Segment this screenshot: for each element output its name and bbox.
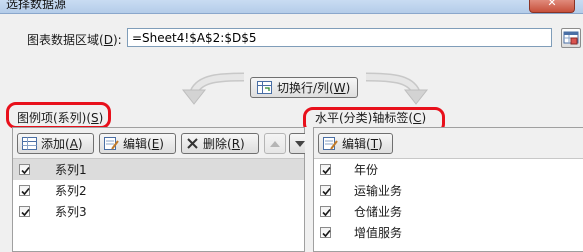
series-name: 系列3: [55, 205, 87, 219]
dialog-title: 选择数据源: [6, 0, 67, 11]
checkmark-icon: [21, 187, 30, 196]
checkmark-icon: [21, 208, 30, 217]
category-toolbar: 编辑(T): [314, 128, 583, 159]
curved-arrow-right-icon: [365, 72, 429, 105]
checkmark-icon: [322, 187, 331, 196]
switch-row-column-icon: [257, 81, 272, 94]
list-item[interactable]: 运输业务: [314, 180, 583, 201]
list-item[interactable]: 增值服务: [314, 222, 583, 243]
red-highlight-annotation: [6, 102, 111, 129]
checkbox[interactable]: [320, 164, 331, 175]
switch-row-column-button[interactable]: 切换行/列(W): [250, 77, 358, 98]
move-up-button[interactable]: [264, 133, 286, 154]
edit-icon: [104, 137, 119, 150]
edit-category-button[interactable]: 编辑(T): [318, 133, 393, 154]
close-icon: ✕: [547, 0, 557, 9]
series-name: 系列1: [55, 163, 87, 177]
triangle-up-icon: [270, 140, 280, 147]
edit-icon: [323, 137, 338, 150]
list-item[interactable]: 仓储业务: [314, 201, 583, 222]
checkmark-icon: [322, 208, 331, 217]
checkbox[interactable]: [19, 164, 30, 175]
title-bar: 选择数据源 ✕: [0, 0, 583, 14]
add-table-icon: [22, 137, 37, 150]
checkmark-icon: [322, 166, 331, 175]
series-panel: 添加(A) 编辑(E) 删除(R) 系列1 系列2 系列3: [12, 127, 311, 252]
checkbox[interactable]: [19, 206, 30, 217]
list-item[interactable]: 系列3: [13, 201, 304, 222]
chart-data-range-label: 图表数据区域(D):: [27, 33, 122, 47]
series-toolbar: 添加(A) 编辑(E) 删除(R): [13, 128, 311, 159]
category-label: 年份: [354, 163, 379, 177]
curved-arrow-left-icon: [181, 72, 245, 105]
list-item[interactable]: 系列2: [13, 180, 304, 201]
series-name: 系列2: [55, 184, 87, 198]
checkbox[interactable]: [19, 185, 30, 196]
category-label: 仓储业务: [354, 205, 403, 219]
chart-data-range-input[interactable]: [127, 28, 552, 47]
category-panel: 编辑(T) 年份 运输业务 仓储业务 增值服务: [313, 127, 583, 252]
list-item[interactable]: 年份: [314, 159, 583, 180]
panel-divider: [305, 127, 313, 252]
edit-series-button[interactable]: 编辑(E): [99, 133, 176, 154]
range-collapse-button[interactable]: [561, 28, 581, 48]
category-label: 运输业务: [354, 184, 403, 198]
checkmark-icon: [21, 166, 30, 175]
category-label: 增值服务: [354, 226, 403, 240]
range-picker-icon: [563, 31, 579, 45]
remove-series-button[interactable]: 删除(R): [181, 133, 259, 154]
select-data-source-dialog: 选择数据源 ✕ 图表数据区域(D): 切换行/列(W: [0, 0, 583, 252]
delete-x-icon: [187, 138, 198, 149]
switch-row-column-label: 切换行/列(W): [277, 81, 351, 95]
add-series-button[interactable]: 添加(A): [17, 133, 94, 154]
checkbox[interactable]: [320, 185, 331, 196]
close-button[interactable]: ✕: [529, 0, 575, 13]
triangle-down-icon: [295, 140, 305, 147]
checkmark-icon: [322, 229, 331, 238]
list-item[interactable]: 系列1: [13, 159, 304, 180]
checkbox[interactable]: [320, 227, 331, 238]
checkbox[interactable]: [320, 206, 331, 217]
